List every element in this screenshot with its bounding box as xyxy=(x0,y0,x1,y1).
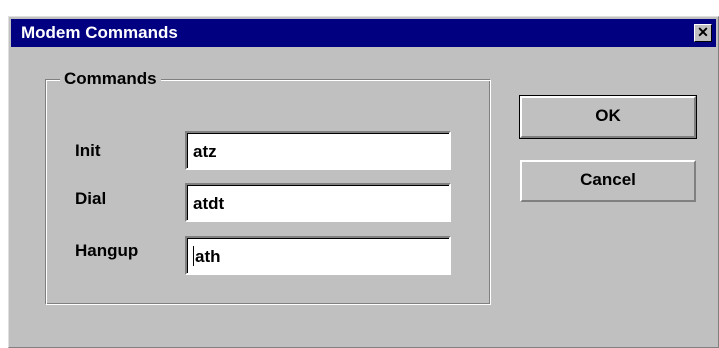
dial-field[interactable]: atdt xyxy=(185,183,451,222)
init-label: Init xyxy=(75,141,101,160)
text-caret xyxy=(193,246,194,266)
hangup-field[interactable]: ath xyxy=(185,236,451,275)
close-icon: ✕ xyxy=(697,24,709,40)
hangup-value: ath xyxy=(195,247,221,266)
title-bar[interactable]: Modem Commands ✕ xyxy=(11,19,716,47)
hangup-label: Hangup xyxy=(75,241,139,260)
ok-button[interactable]: OK xyxy=(519,95,697,139)
dial-label: Dial xyxy=(75,189,107,208)
init-field[interactable]: atz xyxy=(185,131,451,170)
cancel-button[interactable]: Cancel xyxy=(520,160,696,202)
commands-group-label: Commands xyxy=(60,69,161,89)
init-value: atz xyxy=(193,142,217,161)
window-title: Modem Commands xyxy=(21,23,178,42)
dial-value: atdt xyxy=(193,194,225,213)
modem-commands-dialog: Modem Commands ✕ Commands Init atz Dial … xyxy=(8,16,719,348)
close-button[interactable]: ✕ xyxy=(694,24,712,42)
